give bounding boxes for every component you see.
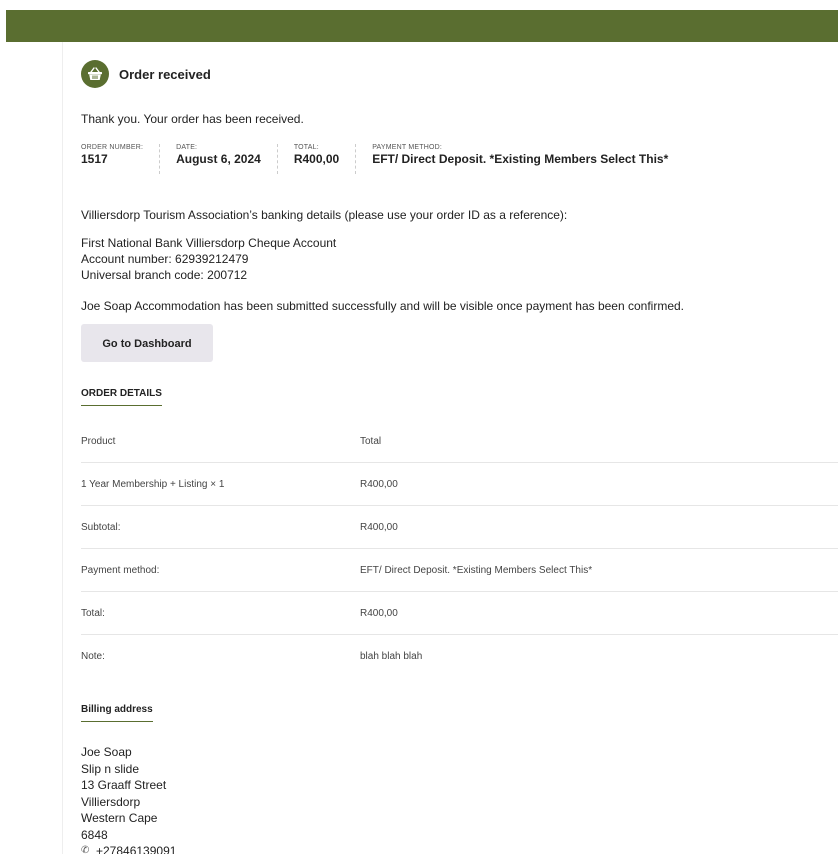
billing-line: 6848 [81,827,108,842]
overview-total: TOTAL: R400,00 [278,144,357,174]
billing-phone-number[interactable]: +27846139091 [96,843,176,854]
overview-order-number: ORDER NUMBER: 1517 [81,144,161,174]
overview-value: R400,00 [293,152,340,166]
product-link[interactable]: 1 Year Membership + Listing × 1 [81,462,360,506]
table-cell-value: R400,00 [360,591,838,635]
go-to-dashboard-button[interactable]: Go to Dashboard [81,324,213,362]
bank-account-number: Account number: 62939212479 [81,252,249,266]
table-cell-label: Subtotal: [81,505,360,549]
billing-line: Villiersdorp [81,794,141,809]
table-cell-value: Total [360,420,838,463]
bank-branch-code: Universal branch code: 200712 [81,268,248,282]
order-details-title: ORDER DETAILS [81,388,162,406]
billing-line: Slip n slide [81,761,140,776]
overview-label: TOTAL: [293,144,319,151]
order-overview: ORDER NUMBER: 1517 DATE: August 6, 2024 … [81,144,684,174]
banking-details: First National Bank Villiersdorp Cheque … [81,235,336,283]
table-cell-value: R400,00 [360,462,838,506]
order-details-table: Product Total 1 Year Membership + Listin… [81,420,838,677]
bank-account-name: First National Bank Villiersdorp Cheque … [81,236,337,250]
table-cell-value: EFT/ Direct Deposit. *Existing Members S… [360,548,838,592]
overview-label: PAYMENT METHOD: [372,144,443,151]
table-row: Payment method: EFT/ Direct Deposit. *Ex… [81,548,838,592]
overview-value: EFT/ Direct Deposit. *Existing Members S… [372,152,669,166]
table-cell-label: Payment method: [81,548,360,592]
table-row: 1 Year Membership + Listing × 1 R400,00 [81,462,838,506]
phone-icon: ✆ [81,845,90,854]
overview-payment-method: PAYMENT METHOD: EFT/ Direct Deposit. *Ex… [356,144,684,174]
table-row: Subtotal: R400,00 [81,505,838,549]
billing-line: Western Cape [81,811,158,825]
table-row: Product Total [81,420,838,463]
basket-icon [81,60,109,88]
table-cell-label: Product [81,420,360,463]
overview-value: August 6, 2024 [176,152,261,166]
billing-phone: ✆ +27846139091 [81,843,176,854]
billing-address-title: Billing address [81,704,153,722]
table-cell-label: Total: [81,591,360,635]
banking-details-intro: Villiersdorp Tourism Association’s banki… [81,208,568,222]
table-row: Total: R400,00 [81,591,838,635]
table-cell-label: Note: [81,650,105,662]
submission-message: Joe Soap Accommodation has been submitte… [81,299,685,313]
top-bar [6,10,838,42]
thank-you-message: Thank you. Your order has been received. [81,112,304,126]
table-cell-value: R400,00 [360,505,838,549]
table-row: Note: blah blah blah [81,635,838,678]
order-received-header: Order received [81,60,211,88]
billing-address: Joe Soap Slip n slide 13 Graaff Street V… [81,744,176,854]
table-cell-value: blah blah blah [360,650,423,662]
order-received-title: Order received [119,66,211,82]
sidebar-divider [62,42,63,854]
billing-line: Joe Soap [81,745,132,759]
overview-date: DATE: August 6, 2024 [160,144,278,174]
billing-line: 13 Graaff Street [81,778,167,792]
page: Order received Thank you. Your order has… [0,0,838,854]
overview-label: ORDER NUMBER: [81,144,144,151]
overview-value: 1517 [81,152,108,166]
overview-label: DATE: [176,144,198,151]
